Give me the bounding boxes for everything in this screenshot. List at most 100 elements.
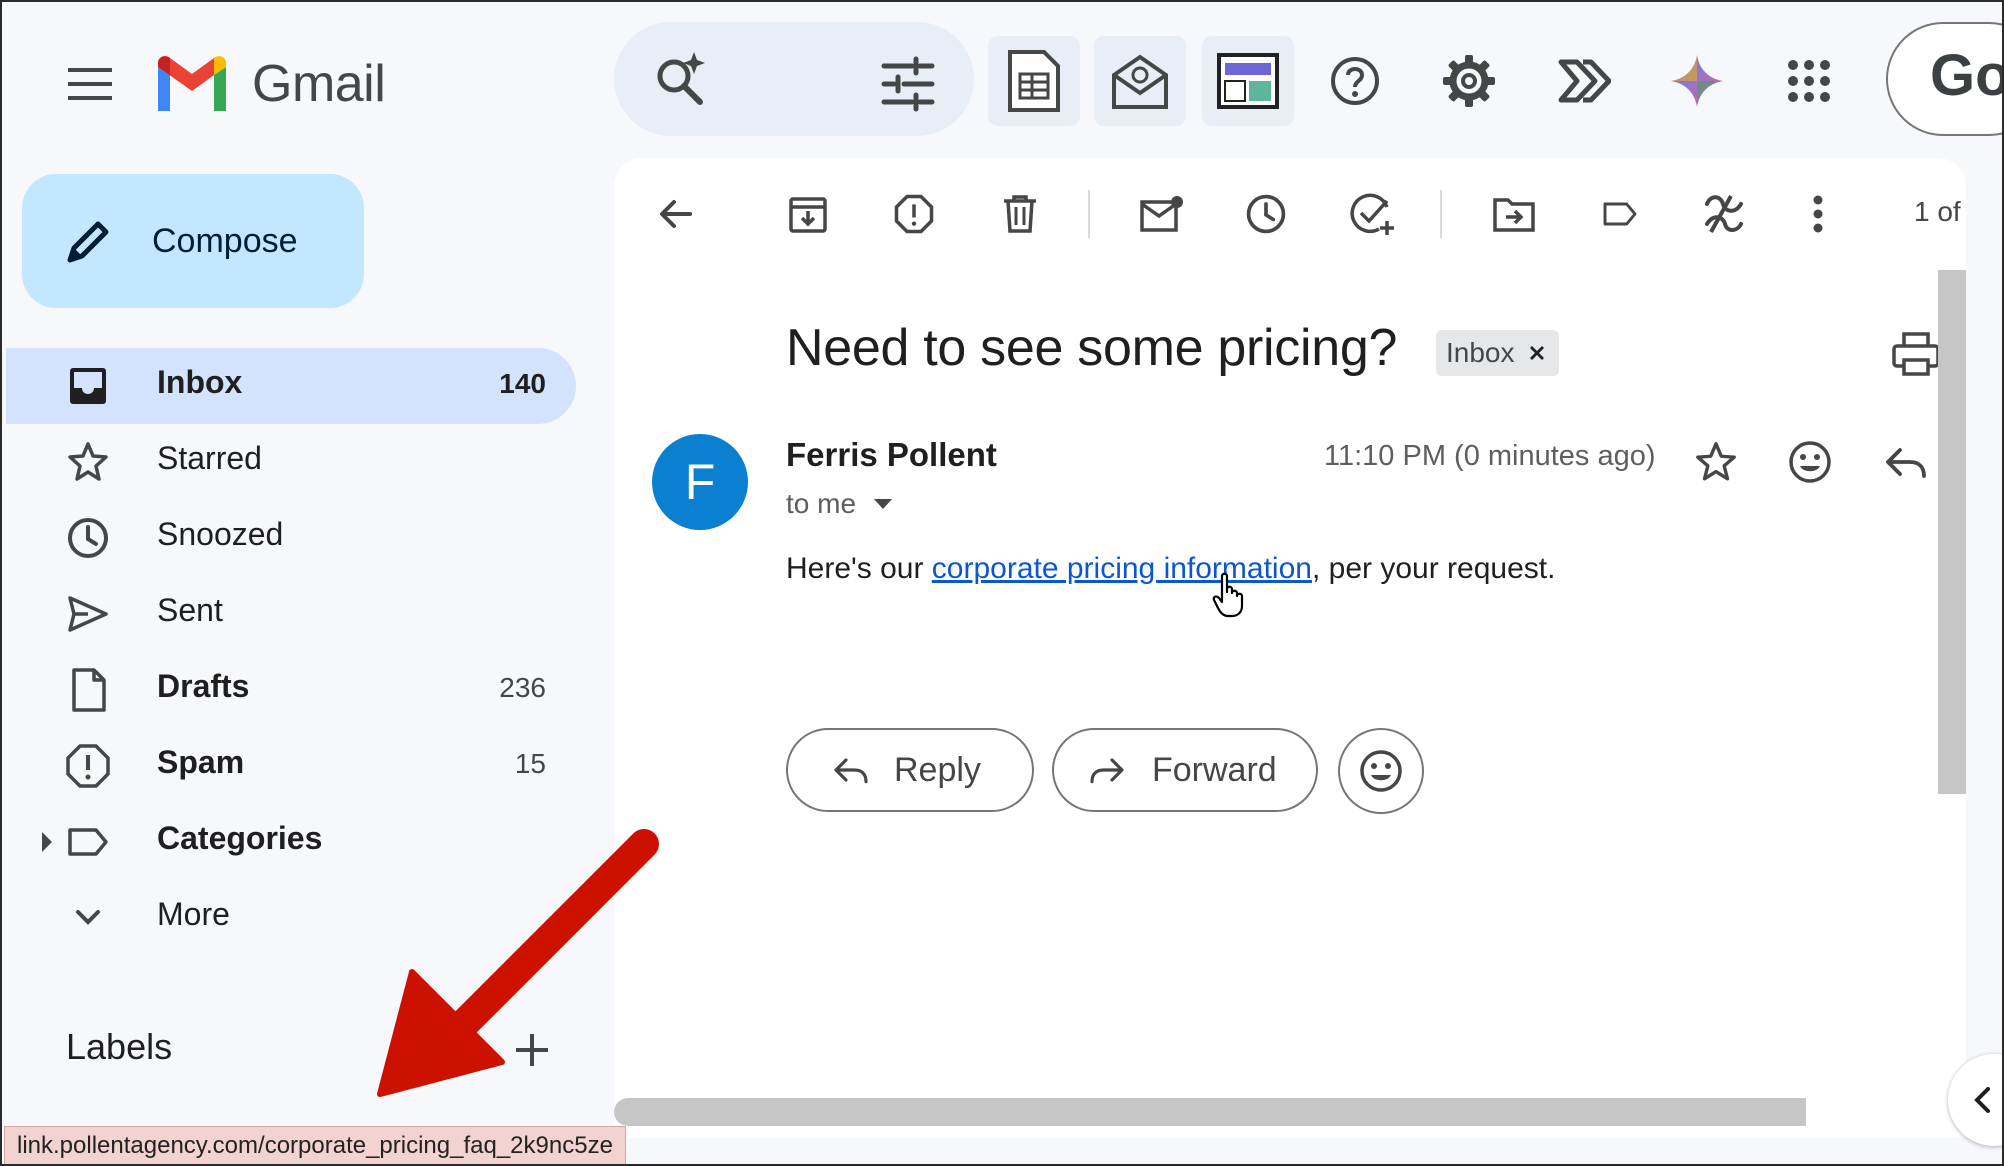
more-options-button[interactable] — [1788, 184, 1848, 244]
recipient-text: to me — [786, 488, 857, 519]
nav-item-inbox[interactable]: Inbox 140 — [2, 348, 576, 424]
reply-icon — [834, 758, 868, 784]
reply-label: Reply — [894, 750, 981, 789]
nav-count: 236 — [499, 672, 546, 703]
reply-icon-button[interactable] — [1874, 430, 1938, 494]
chevron-down-icon — [76, 910, 100, 925]
add-reaction-button[interactable] — [1778, 430, 1842, 494]
search-options-icon[interactable] — [878, 54, 938, 114]
account-button[interactable]: Go — [1886, 22, 2002, 136]
recipient-details[interactable]: to me — [786, 488, 893, 520]
addon-button[interactable] — [1694, 184, 1754, 244]
snooze-button[interactable] — [1236, 184, 1296, 244]
add-to-tasks-button[interactable] — [1342, 184, 1402, 244]
label-tag-icon — [1603, 202, 1637, 226]
star-icon — [1696, 442, 1736, 481]
message-count: 1 of — [1914, 196, 1961, 227]
spam-report-icon — [66, 744, 110, 788]
reply-button[interactable]: Reply — [786, 728, 1034, 812]
compose-button[interactable]: Compose — [22, 174, 364, 308]
mark-unread-icon — [1140, 196, 1183, 232]
dashboard-icon — [1217, 53, 1279, 109]
activities-icon[interactable] — [1548, 46, 1618, 116]
sender-avatar[interactable]: F — [652, 434, 748, 530]
nav-item-starred[interactable]: Starred — [2, 424, 576, 500]
emoji-reaction-button[interactable] — [1338, 728, 1424, 814]
inbox-icon — [70, 368, 106, 404]
star-icon — [68, 442, 108, 481]
nav-item-spam[interactable]: Spam 15 — [2, 728, 576, 804]
trash-icon — [1004, 195, 1036, 233]
labels-heading: Labels — [66, 1026, 173, 1067]
nav-label: Sent — [157, 592, 223, 628]
gmail-wordmark: Gmail — [252, 55, 386, 113]
send-icon — [68, 596, 108, 632]
move-to-folder-icon — [1493, 198, 1535, 232]
forward-button[interactable]: Forward — [1052, 728, 1318, 812]
forward-label: Forward — [1152, 750, 1277, 789]
main-menu-button[interactable] — [54, 48, 126, 120]
body-text-before: Here's our — [786, 552, 932, 585]
star-button[interactable] — [1684, 430, 1748, 494]
addon-mail-button[interactable] — [1094, 36, 1186, 126]
nav-label: Categories — [157, 820, 323, 856]
nav-label: Inbox — [157, 364, 243, 400]
nav-label: Spam — [157, 744, 245, 780]
chevron-left-icon — [1974, 1087, 1990, 1113]
nav-count: 15 — [514, 748, 546, 779]
gmail-logo[interactable]: Gmail — [154, 48, 386, 120]
message-panel — [614, 158, 1966, 1138]
move-to-button[interactable] — [1484, 184, 1544, 244]
inbox-label-chip[interactable]: Inbox — [1436, 330, 1559, 376]
annotation-arrow-icon — [377, 829, 659, 1097]
arrow-back-icon — [660, 200, 692, 228]
expand-caret-icon[interactable] — [40, 830, 54, 854]
hand-cursor-icon — [1212, 572, 1244, 618]
nav-item-snoozed[interactable]: Snoozed — [2, 500, 576, 576]
toolbar-divider — [1440, 190, 1442, 238]
report-spam-button[interactable] — [884, 184, 944, 244]
gemini-icon[interactable] — [1662, 46, 1732, 116]
sender-name[interactable]: Ferris Pollent — [786, 436, 997, 474]
email-body: Here's our corporate pricing information… — [786, 552, 1555, 586]
addon-sheets-button[interactable] — [988, 36, 1080, 126]
nav-label: Drafts — [157, 668, 250, 704]
squiggle-addon-icon — [1705, 195, 1743, 233]
link-status-bar: link.pollentagency.com/corporate_pricing… — [4, 1126, 626, 1164]
print-icon[interactable] — [1890, 328, 1942, 380]
horizontal-scrollbar[interactable] — [614, 1098, 1806, 1126]
reply-icon — [1886, 448, 1926, 478]
status-url: link.pollentagency.com/corporate_pricing… — [17, 1132, 613, 1159]
spreadsheet-icon — [1008, 50, 1060, 112]
body-text-after: , per your request. — [1311, 552, 1556, 585]
emoji-icon — [1360, 750, 1402, 792]
email-timestamp: 11:10 PM (0 minutes ago) — [1324, 440, 1656, 472]
nav-item-drafts[interactable]: Drafts 236 — [2, 652, 576, 728]
gmail-m-icon — [158, 56, 226, 111]
spam-report-icon — [894, 194, 934, 234]
label-tag-icon — [68, 828, 108, 856]
hamburger-icon — [68, 68, 112, 100]
labels-button[interactable] — [1590, 184, 1650, 244]
mark-unread-button[interactable] — [1132, 184, 1192, 244]
archive-icon — [789, 197, 827, 233]
archive-button[interactable] — [778, 184, 838, 244]
close-icon[interactable] — [1529, 345, 1545, 361]
clock-icon — [68, 518, 108, 558]
forward-icon — [1090, 758, 1124, 784]
pricing-link[interactable]: corporate pricing information — [932, 552, 1312, 585]
gmail-window: Gmail Go Compose Inbox 140 Starred Snooz… — [0, 0, 2004, 1166]
addon-dashboard-button[interactable] — [1202, 36, 1294, 126]
help-icon[interactable] — [1320, 46, 1390, 116]
nav-item-sent[interactable]: Sent — [2, 576, 576, 652]
search-sparkle-icon[interactable] — [650, 48, 714, 112]
draft-file-icon — [72, 668, 106, 712]
back-button[interactable] — [646, 184, 706, 244]
nav-label: Starred — [157, 440, 262, 476]
dropdown-arrow-icon — [874, 499, 893, 509]
delete-button[interactable] — [990, 184, 1050, 244]
apps-grid-icon[interactable] — [1774, 46, 1844, 116]
open-mail-at-icon — [1112, 54, 1168, 109]
vertical-scrollbar[interactable] — [1938, 270, 1966, 794]
settings-gear-icon[interactable] — [1434, 46, 1504, 116]
